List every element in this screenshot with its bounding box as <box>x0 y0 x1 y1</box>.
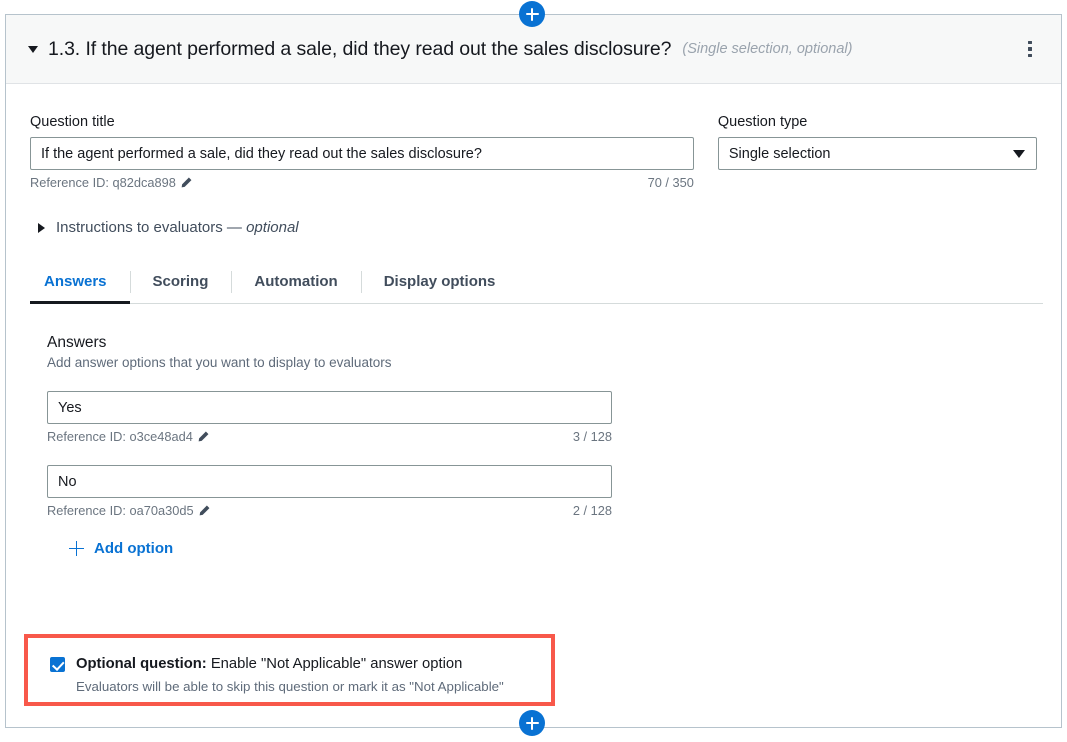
answers-panel: Answers Add answer options that you want… <box>6 334 1061 557</box>
pencil-icon[interactable] <box>181 177 192 188</box>
answers-heading: Answers <box>47 334 1037 352</box>
tab-answers-label: Answers <box>44 273 107 290</box>
tabs-container: Answers Scoring Automation Display optio… <box>6 267 1061 304</box>
answer-option-row: Reference ID: oa70a30d5 2 / 128 <box>47 465 1037 518</box>
optional-question-text: Optional question: Enable "Not Applicabl… <box>76 655 504 696</box>
instructions-toggle[interactable]: Instructions to evaluators — optional <box>6 219 1061 236</box>
answers-subheading: Add answer options that you want to disp… <box>47 355 1037 370</box>
optional-question-rest-label: Enable "Not Applicable" answer option <box>207 656 463 672</box>
answer-reference-id-1: Reference ID: o3ce48ad4 <box>47 429 209 444</box>
question-type-label: Question type <box>718 114 1037 130</box>
add-question-below-button[interactable] <box>519 710 545 736</box>
answer-reference-id-2: Reference ID: oa70a30d5 <box>47 503 210 518</box>
answer-char-count-2: 2 / 128 <box>573 503 612 518</box>
add-option-label: Add option <box>94 540 173 557</box>
instructions-label: Instructions to evaluators — optional <box>56 219 299 236</box>
optional-question-highlight: Optional question: Enable "Not Applicabl… <box>24 634 555 706</box>
question-header-meta: (Single selection, optional) <box>682 41 852 57</box>
question-reference-id: Reference ID: q82dca898 <box>30 175 192 190</box>
answer-option-input-1[interactable] <box>47 391 612 424</box>
chevron-down-icon <box>1013 150 1025 158</box>
pencil-icon[interactable] <box>199 505 210 516</box>
optional-question-strong-label: Optional question: <box>76 656 207 672</box>
answer-option-helper-1: Reference ID: o3ce48ad4 3 / 128 <box>47 429 612 444</box>
kebab-menu-icon[interactable] <box>1021 39 1039 59</box>
tab-display-options-label: Display options <box>384 273 496 290</box>
answer-option-input-2[interactable] <box>47 465 612 498</box>
optional-question-checkbox[interactable] <box>50 657 65 672</box>
question-type-select[interactable]: Single selection <box>718 137 1037 170</box>
question-editor-page: 1.3. If the agent performed a sale, did … <box>0 0 1067 742</box>
question-title-input[interactable] <box>30 137 694 170</box>
tab-automation[interactable]: Automation <box>231 267 360 303</box>
tab-scoring-label: Scoring <box>153 273 209 290</box>
caret-right-icon <box>38 223 45 233</box>
add-option-button[interactable]: Add option <box>69 540 173 557</box>
question-type-value: Single selection <box>729 146 831 162</box>
question-header-title: 1.3. If the agent performed a sale, did … <box>48 38 671 61</box>
tab-answers[interactable]: Answers <box>30 267 130 303</box>
question-title-label: Question title <box>30 114 694 130</box>
add-question-above-button[interactable] <box>519 1 545 27</box>
optional-question-row[interactable]: Optional question: Enable "Not Applicabl… <box>28 638 551 696</box>
answer-option-helper-2: Reference ID: oa70a30d5 2 / 128 <box>47 503 612 518</box>
tab-scoring[interactable]: Scoring <box>130 267 232 303</box>
instructions-label-text: Instructions to evaluators — <box>56 219 246 236</box>
tab-display-options[interactable]: Display options <box>361 267 519 303</box>
instructions-optional-text: optional <box>246 219 299 236</box>
top-fields-row: Question title Reference ID: q82dca898 7… <box>6 84 1061 190</box>
question-card: 1.3. If the agent performed a sale, did … <box>5 14 1062 728</box>
question-reference-id-text: Reference ID: q82dca898 <box>30 175 176 190</box>
question-title-char-count: 70 / 350 <box>648 175 694 190</box>
answer-char-count-1: 3 / 128 <box>573 429 612 444</box>
optional-question-main-label: Optional question: Enable "Not Applicabl… <box>76 655 504 675</box>
tabs-strip: Answers Scoring Automation Display optio… <box>30 267 1043 304</box>
answer-option-row: Reference ID: o3ce48ad4 3 / 128 <box>47 391 1037 444</box>
answer-reference-id-text-2: Reference ID: oa70a30d5 <box>47 503 194 518</box>
answer-reference-id-text-1: Reference ID: o3ce48ad4 <box>47 429 193 444</box>
caret-down-icon[interactable] <box>28 46 38 53</box>
plus-icon <box>69 541 84 556</box>
pencil-icon[interactable] <box>198 431 209 442</box>
question-body: Question title Reference ID: q82dca898 7… <box>6 84 1061 557</box>
question-title-helper: Reference ID: q82dca898 70 / 350 <box>30 175 694 190</box>
tab-automation-label: Automation <box>254 273 337 290</box>
question-title-group: Question title Reference ID: q82dca898 7… <box>30 114 694 190</box>
question-type-group: Question type Single selection <box>718 114 1037 190</box>
optional-question-description: Evaluators will be able to skip this que… <box>76 678 504 696</box>
